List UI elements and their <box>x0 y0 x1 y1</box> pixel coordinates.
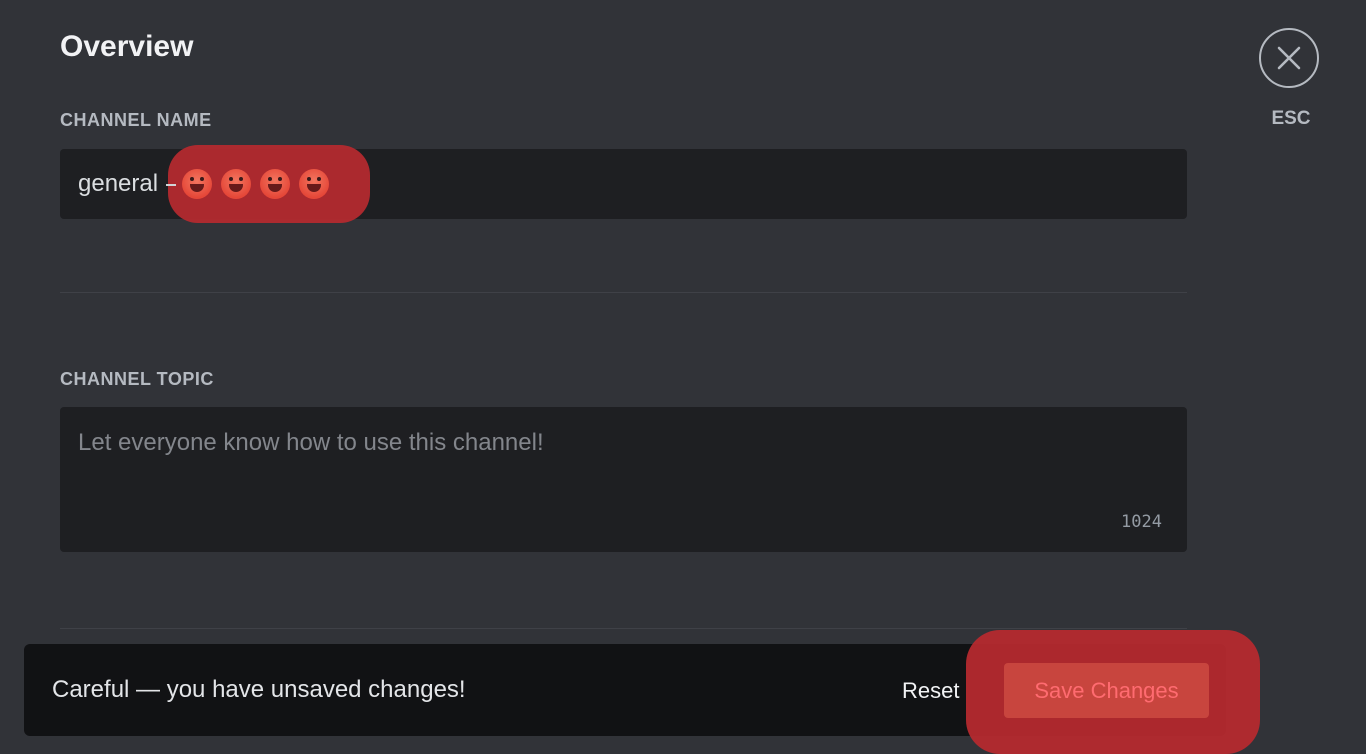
grinning-face-icon <box>221 169 251 199</box>
channel-topic-input[interactable]: Let everyone know how to use this channe… <box>60 407 1187 552</box>
character-counter: 1024 <box>1121 512 1162 532</box>
esc-label: ESC <box>1271 108 1311 129</box>
page-title: Overview <box>60 30 194 63</box>
topic-placeholder: Let everyone know how to use this channe… <box>78 429 544 456</box>
save-changes-button[interactable]: Save Changes <box>1004 663 1209 718</box>
channel-topic-label: CHANNEL TOPIC <box>60 369 214 389</box>
grinning-face-icon <box>182 169 212 199</box>
grinning-face-icon <box>299 169 329 199</box>
channel-name-value: general <box>78 170 159 197</box>
channel-settings-overview: Overview CHANNEL NAME general CHANNEL TO… <box>0 0 1366 754</box>
close-icon <box>1277 46 1301 70</box>
name-separator <box>166 184 176 186</box>
channel-name-label: CHANNEL NAME <box>60 110 212 130</box>
unsaved-changes-message: Careful — you have unsaved changes! <box>52 676 466 703</box>
close-button[interactable] <box>1259 28 1319 88</box>
emoji-highlight <box>166 145 370 223</box>
section-divider <box>60 628 1187 629</box>
reset-button[interactable]: Reset <box>902 678 959 704</box>
grinning-face-icon <box>260 169 290 199</box>
section-divider <box>60 292 1187 293</box>
